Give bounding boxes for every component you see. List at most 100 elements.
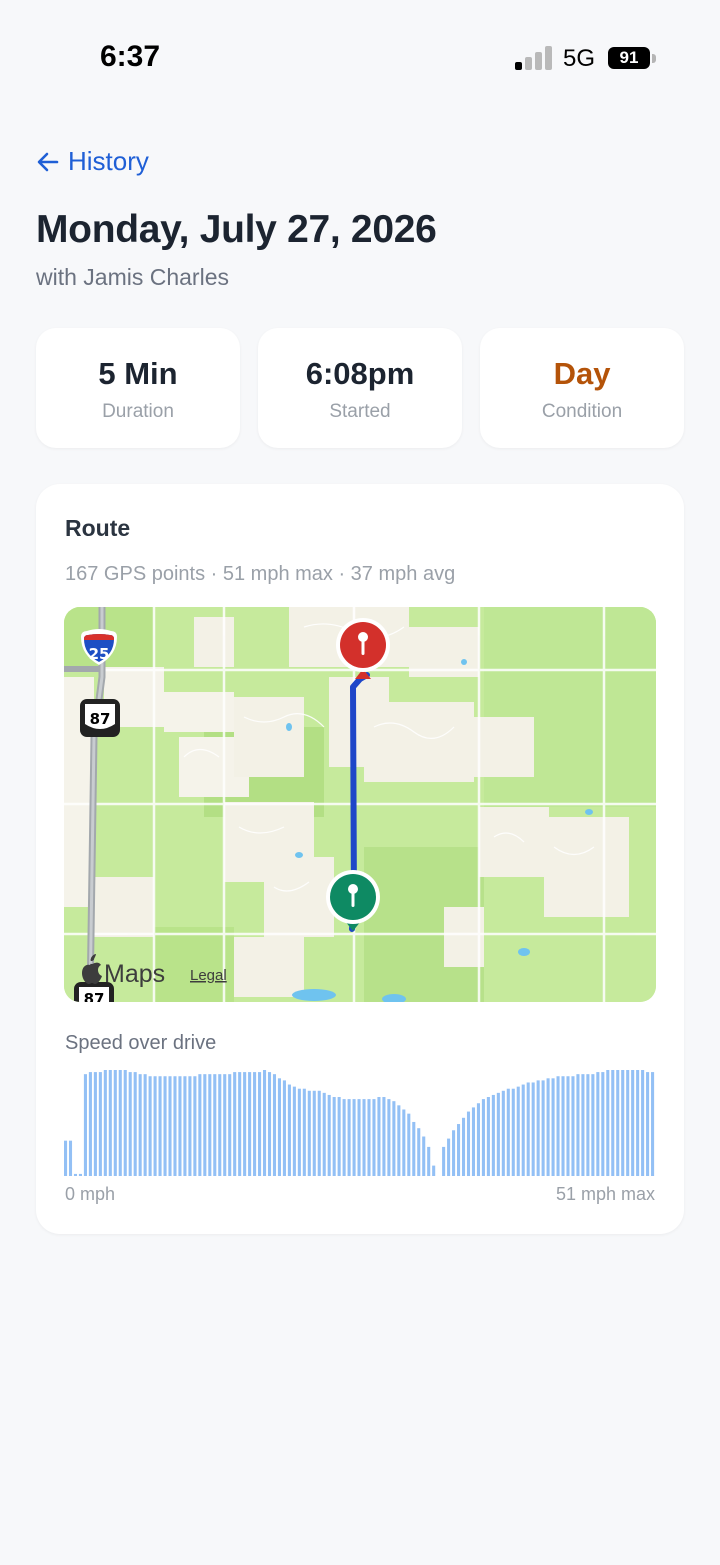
speed-bar: [362, 1099, 366, 1176]
speed-bar: [108, 1070, 112, 1176]
speed-bar: [297, 1088, 301, 1176]
svg-text:Legal: Legal: [190, 967, 227, 984]
route-meta: 167 GPS points · 51 mph max · 37 mph avg: [65, 563, 456, 585]
speed-bar: [233, 1072, 237, 1176]
speed-bar: [93, 1072, 97, 1176]
speed-bar: [491, 1094, 495, 1176]
svg-text:87: 87: [90, 710, 111, 728]
speed-bar: [98, 1072, 102, 1176]
speed-bar: [312, 1090, 316, 1176]
speed-bar: [521, 1084, 525, 1176]
arrow-left-icon: [37, 152, 59, 171]
speed-bar: [581, 1074, 585, 1176]
speed-bar: [347, 1099, 351, 1176]
route-card: Route 167 GPS points · 51 mph max · 37 m…: [36, 484, 684, 1234]
speed-bar: [83, 1074, 87, 1176]
speed-bar: [352, 1099, 356, 1176]
speed-bar: [248, 1072, 252, 1176]
speed-bar: [78, 1173, 82, 1176]
speed-chart: [64, 1070, 655, 1176]
speed-bar: [258, 1072, 262, 1176]
route-map[interactable]: 25 87 87 Maps Legal: [64, 607, 656, 1002]
speed-bar: [636, 1070, 640, 1176]
stat-label: Duration: [102, 401, 174, 422]
speed-bar: [367, 1099, 371, 1176]
speed-bar: [631, 1070, 635, 1176]
svg-text:25: 25: [89, 645, 110, 663]
svg-text:Maps: Maps: [104, 960, 165, 988]
stat-value: 6:08pm: [305, 356, 415, 391]
speed-bar: [606, 1070, 610, 1176]
speed-bar: [168, 1076, 172, 1176]
speed-bar: [506, 1088, 510, 1176]
speed-bar: [576, 1074, 580, 1176]
speed-bar: [267, 1072, 272, 1176]
speed-bar: [272, 1074, 277, 1176]
speed-bar: [646, 1072, 650, 1176]
speed-bar: [337, 1097, 341, 1176]
speed-bar: [223, 1074, 227, 1176]
speed-bar: [302, 1088, 306, 1176]
speed-bar: [103, 1070, 107, 1176]
speed-bar: [427, 1146, 431, 1176]
speed-bar: [387, 1099, 391, 1176]
speed-bar: [327, 1094, 331, 1176]
speed-bar: [382, 1097, 386, 1176]
speed-bar: [173, 1076, 177, 1176]
speed-bar: [113, 1070, 117, 1176]
speed-bar: [417, 1128, 421, 1176]
speed-bar: [148, 1076, 152, 1176]
speed-bar: [591, 1074, 595, 1176]
speed-bar: [402, 1109, 406, 1176]
speed-bar: [651, 1072, 655, 1176]
speed-bar: [332, 1097, 336, 1176]
speed-bar: [317, 1090, 321, 1176]
speed-bar: [203, 1074, 207, 1176]
stat-value: Day: [553, 356, 611, 391]
speed-bar: [307, 1090, 311, 1176]
speed-chart-title: Speed over drive: [65, 1032, 217, 1054]
stat-label: Started: [329, 401, 391, 422]
speed-bar: [422, 1136, 426, 1176]
speed-bar: [163, 1076, 167, 1176]
speed-bar: [546, 1078, 550, 1176]
speed-bar: [68, 1140, 73, 1176]
speed-bar: [621, 1070, 625, 1176]
speed-bar: [481, 1099, 485, 1176]
page-title: Monday, July 27, 2026: [36, 208, 437, 251]
back-button[interactable]: History: [36, 146, 149, 177]
speed-bar: [536, 1080, 540, 1176]
speed-bar: [561, 1076, 565, 1176]
speed-bar: [407, 1113, 411, 1176]
speed-bar: [541, 1080, 545, 1176]
speed-bar: [496, 1092, 500, 1176]
speed-bar: [641, 1070, 645, 1176]
speed-bar: [138, 1074, 142, 1176]
speed-bar: [153, 1076, 157, 1176]
speed-axis-min: 0 mph: [65, 1184, 116, 1204]
speed-bar: [486, 1097, 490, 1176]
speed-bar: [377, 1097, 381, 1176]
status-bar: 6:37 5G 91: [0, 0, 720, 110]
speed-bar: [616, 1070, 620, 1176]
back-label: History: [68, 146, 149, 176]
us-route-shield-icon: 87: [80, 699, 120, 737]
speed-bar: [412, 1121, 416, 1176]
speed-bar: [128, 1072, 132, 1176]
speed-bar: [466, 1111, 471, 1176]
map-canvas[interactable]: 25 87 87 Maps Legal: [64, 607, 656, 1002]
speed-bar: [476, 1103, 480, 1176]
speed-bar: [526, 1082, 530, 1176]
speed-bar: [357, 1099, 361, 1176]
speed-bar: [178, 1076, 182, 1176]
speed-bar: [556, 1076, 560, 1176]
speed-bar: [282, 1080, 286, 1176]
speed-bar: [158, 1076, 162, 1176]
speed-bar: [183, 1076, 187, 1176]
speed-bar: [253, 1072, 257, 1176]
network-type: 5G: [563, 45, 596, 72]
speed-bar: [551, 1078, 555, 1176]
speed-bar: [123, 1070, 127, 1176]
speed-bar: [218, 1074, 222, 1176]
speed-bar: [243, 1072, 247, 1176]
